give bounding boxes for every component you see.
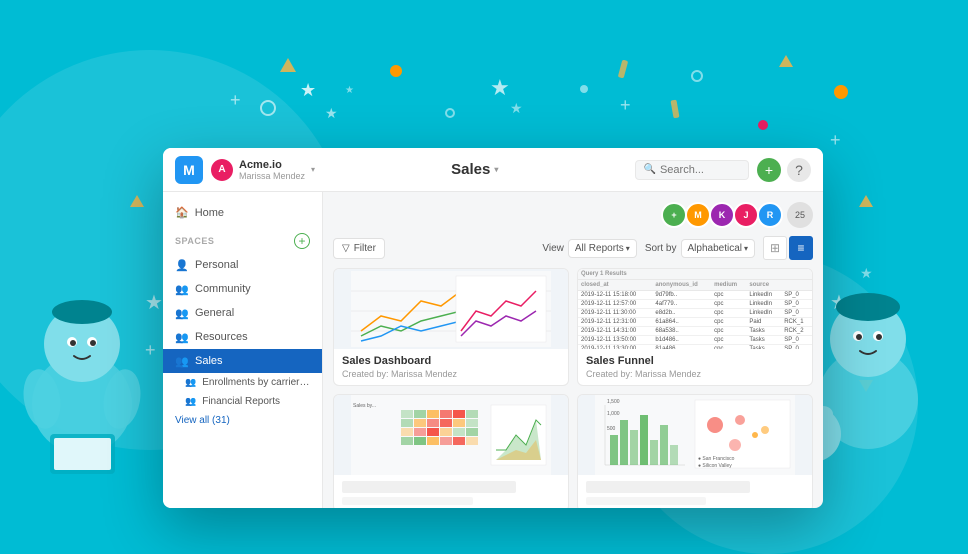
- view-toggle: ⊞ ≡: [763, 236, 813, 260]
- workspace-avatar: A: [211, 159, 233, 181]
- view-chevron: ▾: [626, 244, 630, 253]
- svg-text:1,000: 1,000: [607, 411, 620, 417]
- view-selector: View All Reports ▾: [542, 239, 636, 258]
- search-icon: 🔍: [644, 164, 656, 175]
- add-button[interactable]: +: [757, 158, 781, 182]
- general-icon: 👥: [175, 306, 189, 320]
- workspace-selector[interactable]: A Acme.io Marissa Mendez ▾: [211, 159, 315, 181]
- card-info-1: Sales Dashboard Created by: Marissa Mend…: [334, 349, 568, 385]
- card-preview-1: [334, 269, 568, 349]
- sort-selector: Sort by Alphabetical ▾: [645, 239, 755, 258]
- svg-text:● Silicon Valley: ● Silicon Valley: [698, 463, 732, 469]
- header-actions: + ?: [757, 158, 811, 182]
- avatar-4: R: [757, 202, 783, 228]
- card-subtitle-1: Created by: Marissa Mendez: [342, 369, 560, 379]
- svg-text:500: 500: [607, 426, 616, 432]
- search-input[interactable]: [660, 164, 740, 176]
- page-title: Sales ▾: [451, 161, 498, 178]
- card-preview-3: Sales by...: [334, 395, 568, 475]
- app-logo: M: [175, 156, 203, 184]
- sidebar-item-sales[interactable]: 👥 Sales: [163, 349, 322, 373]
- card-info-3: [334, 475, 568, 508]
- app-window: M A Acme.io Marissa Mendez ▾ Sales ▾ 🔍 +…: [163, 148, 823, 508]
- sidebar-subitem-enrollments[interactable]: 👥 Enrollments by carrier for AD a...: [163, 373, 322, 392]
- spaces-section-header: SPACES +: [163, 225, 322, 253]
- card-title-1: Sales Dashboard: [342, 355, 560, 367]
- card-title-4: [586, 481, 750, 493]
- filter-button[interactable]: ▽ Filter: [333, 238, 385, 259]
- sales-icon: 👥: [175, 354, 189, 368]
- card-sales-funnel[interactable]: Query 1 Results closed_at anonymous_id: [577, 268, 813, 386]
- home-icon: 🏠: [175, 206, 189, 219]
- workspace-info: Acme.io Marissa Mendez: [239, 159, 305, 181]
- workspace-name: Acme.io: [239, 159, 305, 171]
- card-preview-2: Query 1 Results closed_at anonymous_id: [578, 269, 812, 349]
- search-box[interactable]: 🔍: [635, 160, 749, 180]
- avatar-2: K: [709, 202, 735, 228]
- main-content: + M K J R 25 ▽ Filter View All Reports: [323, 192, 823, 508]
- reports-grid: Sales Dashboard Created by: Marissa Mend…: [333, 268, 813, 508]
- resources-icon: 👥: [175, 330, 189, 344]
- card-3[interactable]: Sales by...: [333, 394, 569, 508]
- grid-view-button[interactable]: ⊞: [763, 236, 787, 260]
- svg-text:● San Francisco: ● San Francisco: [698, 456, 735, 462]
- add-collaborator-avatar[interactable]: +: [661, 202, 687, 228]
- character-left: [0, 204, 165, 504]
- help-button[interactable]: ?: [787, 158, 811, 182]
- card-sales-dashboard[interactable]: Sales Dashboard Created by: Marissa Mend…: [333, 268, 569, 386]
- sidebar-item-personal[interactable]: 👤 Personal: [163, 253, 322, 277]
- avatar-3: J: [733, 202, 759, 228]
- title-chevron: ▾: [494, 165, 498, 174]
- add-space-button[interactable]: +: [294, 233, 310, 249]
- app-header: M A Acme.io Marissa Mendez ▾ Sales ▾ 🔍 +…: [163, 148, 823, 192]
- filter-icon: ▽: [342, 243, 350, 254]
- personal-icon: 👤: [175, 258, 189, 272]
- app-body: 🏠 Home SPACES + 👤 Personal 👥 Community 👥…: [163, 192, 823, 508]
- card-info-2: Sales Funnel Created by: Marissa Mendez: [578, 349, 812, 385]
- workspace-chevron: ▾: [311, 165, 315, 174]
- list-view-button[interactable]: ≡: [789, 236, 813, 260]
- sidebar: 🏠 Home SPACES + 👤 Personal 👥 Community 👥…: [163, 192, 323, 508]
- community-icon: 👥: [175, 282, 189, 296]
- enrollments-icon: 👥: [185, 377, 196, 388]
- sidebar-item-general[interactable]: 👥 General: [163, 301, 322, 325]
- avatar-count: 25: [787, 202, 813, 228]
- card-4[interactable]: 1,500 1,000 500 ● San Francisco ● Silic: [577, 394, 813, 508]
- financial-icon: 👥: [185, 396, 196, 407]
- workspace-user: Marissa Mendez: [239, 171, 305, 181]
- card-preview-4: 1,500 1,000 500 ● San Francisco ● Silic: [578, 395, 812, 475]
- svg-text:Sales by...: Sales by...: [353, 403, 376, 409]
- sort-dropdown[interactable]: Alphabetical ▾: [681, 239, 756, 258]
- view-all-link[interactable]: View all (31): [163, 411, 322, 430]
- card-title-2: Sales Funnel: [586, 355, 804, 367]
- sidebar-subitem-financial[interactable]: 👥 Financial Reports: [163, 392, 322, 411]
- collaborators-row: + M K J R 25: [333, 202, 813, 228]
- toolbar: ▽ Filter View All Reports ▾ Sort by Alph…: [333, 236, 813, 260]
- table-preview: Query 1 Results closed_at anonymous_id: [578, 269, 812, 349]
- sort-chevron: ▾: [744, 244, 748, 253]
- sidebar-item-home[interactable]: 🏠 Home: [163, 200, 322, 225]
- avatar-1: M: [685, 202, 711, 228]
- sidebar-item-community[interactable]: 👥 Community: [163, 277, 322, 301]
- card-info-4: [578, 475, 812, 508]
- view-dropdown[interactable]: All Reports ▾: [568, 239, 637, 258]
- sidebar-item-resources[interactable]: 👥 Resources: [163, 325, 322, 349]
- card-subtitle-2: Created by: Marissa Mendez: [586, 369, 804, 379]
- card-title-3: [342, 481, 516, 493]
- svg-text:1,500: 1,500: [607, 399, 620, 405]
